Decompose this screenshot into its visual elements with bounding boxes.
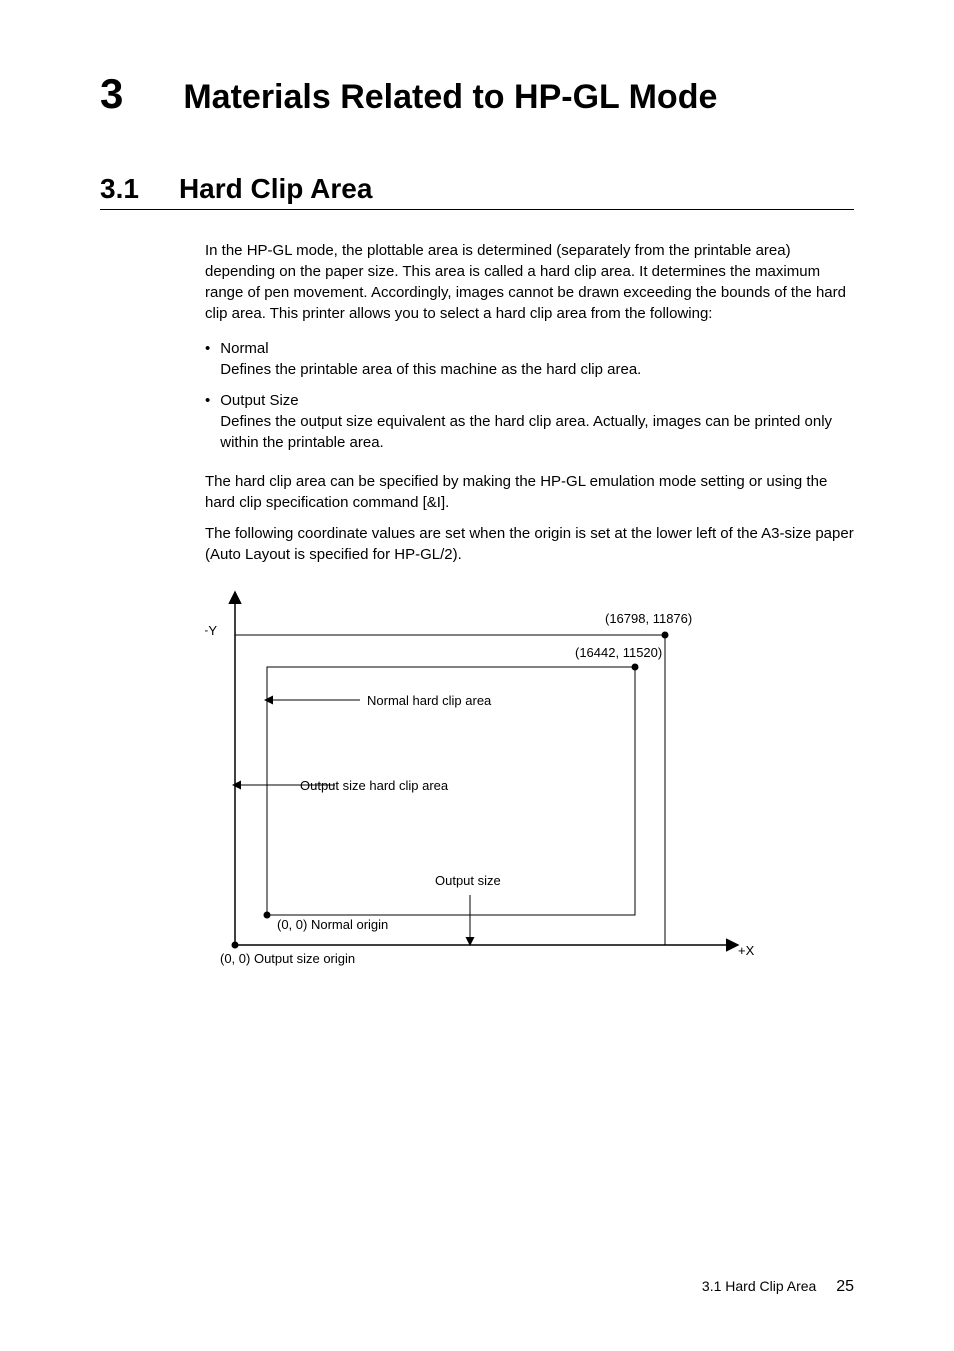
bullet-label: Normal xyxy=(220,338,854,359)
bullet-dot: • xyxy=(205,338,210,380)
chapter-title: Materials Related to HP-GL Mode xyxy=(183,78,717,117)
output-size-text: Output size xyxy=(435,873,501,888)
bullet-label: Output Size xyxy=(220,390,854,411)
section-title: Hard Clip Area xyxy=(179,173,372,205)
coord-outer: (16798, 11876) xyxy=(605,611,692,626)
clip-area-diagram: +Y +X (16798, 11876) (16442, 11520) Norm… xyxy=(205,585,854,981)
page-footer: 3.1 Hard Clip Area 25 xyxy=(702,1278,854,1296)
x-axis-label: +X xyxy=(738,943,755,958)
bullet-desc: Defines the output size equivalent as th… xyxy=(220,411,854,453)
origin-normal: (0, 0) Normal origin xyxy=(277,917,388,932)
output-clip-label: Output size hard clip area xyxy=(300,778,449,793)
origin-output: (0, 0) Output size origin xyxy=(220,951,355,966)
bullet-item: • Output Size Defines the output size eq… xyxy=(205,390,854,453)
chapter-number: 3 xyxy=(100,70,123,118)
body-content: In the HP-GL mode, the plottable area is… xyxy=(205,240,854,981)
section-number: 3.1 xyxy=(100,173,139,205)
footer-section-label: 3.1 Hard Clip Area xyxy=(702,1278,816,1294)
paragraph: The following coordinate values are set … xyxy=(205,523,854,565)
bullet-desc: Defines the printable area of this machi… xyxy=(220,359,854,380)
coord-inner: (16442, 11520) xyxy=(575,645,662,660)
bullet-dot: • xyxy=(205,390,210,453)
intro-paragraph: In the HP-GL mode, the plottable area is… xyxy=(205,240,854,324)
y-axis-label: +Y xyxy=(205,623,217,638)
section-heading: 3.1 Hard Clip Area xyxy=(100,173,854,210)
chapter-heading: 3 Materials Related to HP-GL Mode xyxy=(100,70,854,118)
paragraph: The hard clip area can be specified by m… xyxy=(205,471,854,513)
bullet-item: • Normal Defines the printable area of t… xyxy=(205,338,854,380)
page-number: 25 xyxy=(836,1278,854,1295)
normal-clip-label: Normal hard clip area xyxy=(367,693,492,708)
